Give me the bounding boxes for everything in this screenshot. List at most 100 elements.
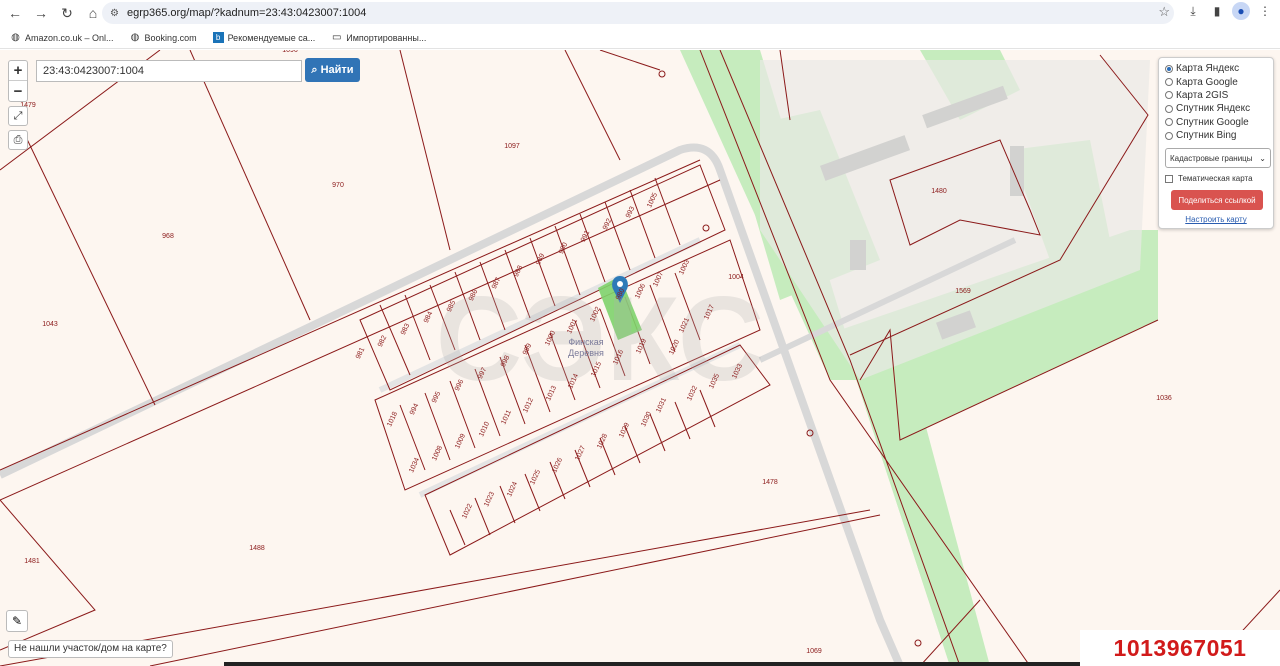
parcel-number: 1026	[551, 457, 564, 474]
bookmark-star-icon[interactable]: ☆	[1158, 4, 1170, 20]
place-name-line2: Деревня	[568, 348, 604, 358]
parcel-number: 993	[625, 206, 636, 220]
parcel-number: 1011	[500, 409, 513, 426]
parcel-number: 1097	[504, 143, 520, 150]
boundary-select-value: Кадастровые границы	[1170, 153, 1253, 163]
layer-option[interactable]: Карта 2GIS	[1165, 89, 1267, 102]
bookmark-booking[interactable]: ◍ Booking.com	[130, 32, 197, 43]
menu-dots-icon[interactable]: ⋮	[1256, 2, 1274, 20]
layer-option[interactable]: Спутник Google	[1165, 116, 1267, 129]
parcel-number: 1024	[506, 481, 519, 498]
bottom-bar	[224, 662, 1080, 666]
layer-panel: Карта Яндекс Карта Google Карта 2GIS Спу…	[1158, 57, 1274, 229]
parcel-number: 981	[355, 347, 366, 361]
thematic-map-toggle[interactable]: Тематическая карта	[1165, 174, 1267, 183]
layer-option[interactable]: Спутник Яндекс	[1165, 102, 1267, 115]
bookmarks-bar: ◍ Amazon.co.uk – Onl... ◍ Booking.com b …	[0, 27, 1280, 49]
parcel-number: 1022	[461, 503, 474, 520]
listing-id: 1013967051	[1080, 630, 1280, 666]
parcel-number: 1034	[408, 457, 421, 474]
browser-toolbar: ← → ↻ ⌂ ⚙ egrp365.org/map/?kadnum=23:43:…	[0, 0, 1280, 26]
parcel-number: 1478	[762, 479, 778, 486]
address-bar[interactable]: ⚙ egrp365.org/map/?kadnum=23:43:0423007:…	[102, 2, 1174, 24]
parcel-number: 982	[377, 335, 388, 349]
parcel-number: 1025	[529, 469, 542, 486]
parcel-number: 989	[535, 253, 546, 267]
parcel-number: 1043	[42, 321, 58, 328]
parcel-number: 1481	[24, 558, 40, 565]
layer-label: Спутник Яндекс	[1176, 103, 1251, 115]
print-icon[interactable]: ⎙	[8, 130, 28, 150]
parcel-number: 1018	[386, 411, 399, 428]
parcel-number: 1569	[955, 288, 971, 295]
radio[interactable]	[1165, 104, 1173, 113]
layer-label: Спутник Google	[1176, 116, 1249, 128]
bookmark-recommended[interactable]: b Рекомендуемые са...	[212, 32, 316, 43]
share-link-button[interactable]: Поделиться ссылкой	[1171, 190, 1263, 211]
boundary-select[interactable]: Кадастровые границы ⌄	[1165, 148, 1271, 169]
radio-selected[interactable]	[1165, 64, 1173, 73]
thematic-checkbox[interactable]	[1165, 174, 1173, 183]
zoom-out-button[interactable]: −	[9, 81, 27, 101]
bing-icon: b	[212, 32, 224, 43]
parcel-number: 1009	[454, 433, 467, 450]
parcel-number: 1096	[282, 50, 298, 54]
parcel-number: 970	[332, 182, 344, 189]
radio[interactable]	[1165, 131, 1173, 140]
bookmark-label: Amazon.co.uk – Onl...	[25, 32, 114, 43]
cadastral-map[interactable]: СЭКС Финская Деревня 1096 1097 970 968 1043 1…	[0, 50, 1280, 666]
parcel-number: 1008	[431, 445, 444, 462]
radio[interactable]	[1165, 118, 1173, 127]
bookmark-imported[interactable]: ▭ Импортированны...	[331, 32, 426, 43]
bookmark-label: Импортированны...	[346, 32, 427, 43]
search-button[interactable]: ⌕ Найти	[305, 58, 360, 82]
parcel-number: 1069	[806, 648, 822, 655]
url-text: egrp365.org/map/?kadnum=23:43:0423007:10…	[126, 7, 367, 19]
place-name-line1: Финская	[568, 337, 603, 347]
cadastral-search-input[interactable]	[36, 60, 302, 82]
layer-label: Карта Google	[1176, 76, 1238, 88]
profile-avatar-icon[interactable]: ●	[1232, 2, 1250, 20]
map-canvas[interactable]: СЭКС Финская Деревня 1096109797096810431…	[0, 50, 1280, 666]
site-info-icon[interactable]: ⚙	[110, 8, 119, 19]
bookmark-label: Рекомендуемые са...	[227, 32, 316, 43]
parcel-number: 984	[423, 311, 434, 325]
home-icon[interactable]: ⌂	[82, 2, 104, 24]
ruler-icon[interactable]: ✎	[6, 610, 28, 632]
reload-icon[interactable]: ↻	[56, 2, 78, 24]
layer-option[interactable]: Карта Яндекс	[1165, 62, 1267, 75]
forward-icon[interactable]: →	[30, 2, 52, 24]
search-button-label: Найти	[320, 64, 354, 76]
parcel-number: 1004	[728, 274, 744, 281]
radio[interactable]	[1165, 91, 1173, 100]
parcel-number: 1036	[1156, 395, 1172, 402]
layer-option[interactable]: Карта Google	[1165, 75, 1267, 88]
fullscreen-icon[interactable]: ⤢	[8, 106, 28, 126]
layer-option[interactable]: Спутник Bing	[1165, 129, 1267, 142]
configure-map-link[interactable]: Настроить карту	[1165, 215, 1267, 224]
chevron-down-icon: ⌄	[1259, 153, 1266, 163]
layer-label: Карта Яндекс	[1176, 63, 1240, 75]
folder-icon: ▭	[332, 32, 342, 43]
back-icon[interactable]: ←	[4, 2, 26, 24]
layer-label: Спутник Bing	[1176, 130, 1237, 142]
parcel-number: 1030	[640, 411, 653, 428]
parcel-number: 1005	[646, 192, 659, 209]
thematic-label: Тематическая карта	[1178, 174, 1253, 184]
sidepanel-icon[interactable]: ▮	[1208, 2, 1226, 20]
parcel-number: 968	[162, 233, 174, 240]
bookmark-label: Booking.com	[144, 32, 197, 43]
zoom-in-button[interactable]: +	[9, 61, 27, 81]
globe-icon: ◍	[11, 32, 20, 43]
not-found-button[interactable]: Не нашли участок/дом на карте?	[8, 640, 173, 658]
parcel-number: 994	[409, 403, 420, 417]
search-icon: ⌕	[311, 63, 318, 76]
globe-icon: ◍	[130, 32, 140, 43]
marker	[914, 639, 922, 647]
download-icon[interactable]: ⤓	[1184, 2, 1202, 20]
radio[interactable]	[1165, 78, 1173, 87]
bookmark-amazon[interactable]: ◍ Amazon.co.uk – Onl...	[10, 32, 114, 43]
parcel-number: 990	[558, 242, 569, 256]
parcel-number: 983	[400, 323, 411, 337]
layer-label: Карта 2GIS	[1176, 89, 1229, 101]
